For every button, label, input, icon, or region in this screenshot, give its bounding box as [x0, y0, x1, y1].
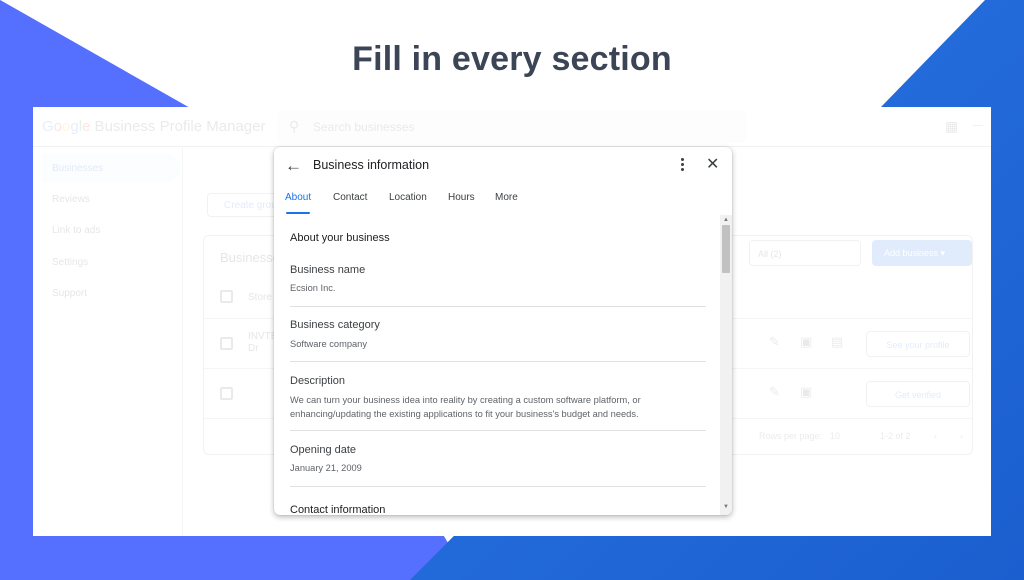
add-photo-icon[interactable]: ▣ — [800, 384, 812, 400]
tab-contact[interactable]: Contact — [333, 192, 367, 203]
search-icon: ⚲ — [289, 118, 300, 134]
logo-letter: g — [70, 118, 79, 135]
rows-per-page-select[interactable]: 10 — [830, 431, 840, 441]
divider — [290, 361, 706, 362]
field-label: Business category — [290, 319, 380, 331]
scroll-down-arrow-icon[interactable]: ▼ — [723, 504, 729, 510]
select-all-checkbox[interactable] — [220, 290, 233, 303]
search-bar[interactable]: ⚲ Search businesses — [277, 111, 747, 143]
divider — [290, 306, 706, 307]
sidebar-item-link-to-ads[interactable]: Link to ads — [41, 216, 181, 244]
add-post-icon[interactable]: ▤ — [831, 334, 843, 350]
search-placeholder: Search businesses — [313, 120, 415, 134]
rows-per-page-label: Rows per page: — [759, 431, 823, 441]
row-checkbox[interactable] — [220, 337, 233, 350]
app-logo[interactable]: Google Business Profile Manager — [42, 118, 265, 135]
close-icon[interactable]: ✕ — [706, 154, 719, 174]
divider — [290, 430, 706, 431]
sidebar-item-reviews[interactable]: Reviews — [41, 185, 181, 213]
page-range: 1-2 of 2 — [880, 431, 911, 441]
get-verified-button[interactable]: Get verified — [866, 381, 970, 407]
sidebar: Businesses Reviews Link to ads Settings … — [33, 148, 183, 536]
field-value: We can turn your business idea into real… — [290, 395, 641, 419]
tab-more[interactable]: More — [495, 192, 518, 203]
see-profile-button[interactable]: See your profile — [866, 331, 970, 357]
field-value: January 21, 2009 — [290, 463, 362, 473]
dialog-title: Business information — [313, 158, 430, 172]
add-business-button[interactable]: Add business ▾ — [872, 240, 972, 266]
add-photo-icon[interactable]: ▣ — [800, 334, 812, 350]
prev-page-button[interactable]: ‹ — [934, 431, 937, 441]
edit-icon[interactable]: ✎ — [769, 334, 780, 350]
app-topbar: Google Business Profile Manager ⚲ Search… — [33, 107, 991, 147]
business-address: Dr — [248, 343, 259, 354]
account-button[interactable]: — — [973, 120, 983, 131]
sidebar-item-settings[interactable]: Settings — [41, 248, 181, 276]
next-page-button[interactable]: › — [960, 431, 963, 441]
field-value: Ecsion Inc. — [290, 283, 336, 293]
scroll-up-arrow-icon[interactable]: ▲ — [723, 217, 729, 223]
sidebar-item-support[interactable]: Support — [41, 279, 181, 307]
field-label: Description — [290, 375, 346, 387]
headline: Fill in every section — [352, 40, 672, 78]
apps-grid-icon[interactable]: ▦ — [945, 118, 958, 135]
slide: Fill in every section Google Business Pr… — [0, 0, 1024, 580]
more-options-icon[interactable] — [676, 156, 688, 172]
field-label: Opening date — [290, 444, 357, 456]
edit-icon[interactable]: ✎ — [769, 384, 780, 400]
back-arrow-icon[interactable]: ← — [285, 156, 302, 176]
sidebar-item-businesses[interactable]: Businesses — [41, 154, 181, 182]
field-label: Business name — [290, 264, 366, 276]
dialog-scrollbar[interactable]: ▲ ▼ — [720, 215, 732, 515]
active-tab-indicator — [286, 212, 310, 214]
business-filter-select[interactable]: All (2) — [749, 240, 861, 266]
tab-location[interactable]: Location — [389, 192, 427, 203]
app-title: Business Profile Manager — [90, 118, 266, 135]
dialog-tabs: About Contact Location Hours More — [274, 187, 732, 215]
tab-hours[interactable]: Hours — [448, 192, 475, 203]
row-checkbox[interactable] — [220, 387, 233, 400]
tab-about[interactable]: About — [285, 192, 311, 203]
scrollbar-thumb[interactable] — [722, 225, 730, 273]
divider — [290, 486, 706, 487]
field-value: Software company — [290, 339, 367, 349]
logo-letter: G — [42, 118, 54, 135]
business-information-dialog: ← Business information ✕ About Contact L… — [274, 147, 732, 515]
logo-letter: o — [53, 118, 63, 135]
section-heading-contact: Contact information — [290, 504, 386, 515]
dialog-content: About your business Business name Ecsion… — [274, 215, 720, 515]
section-heading: About your business — [290, 232, 390, 244]
